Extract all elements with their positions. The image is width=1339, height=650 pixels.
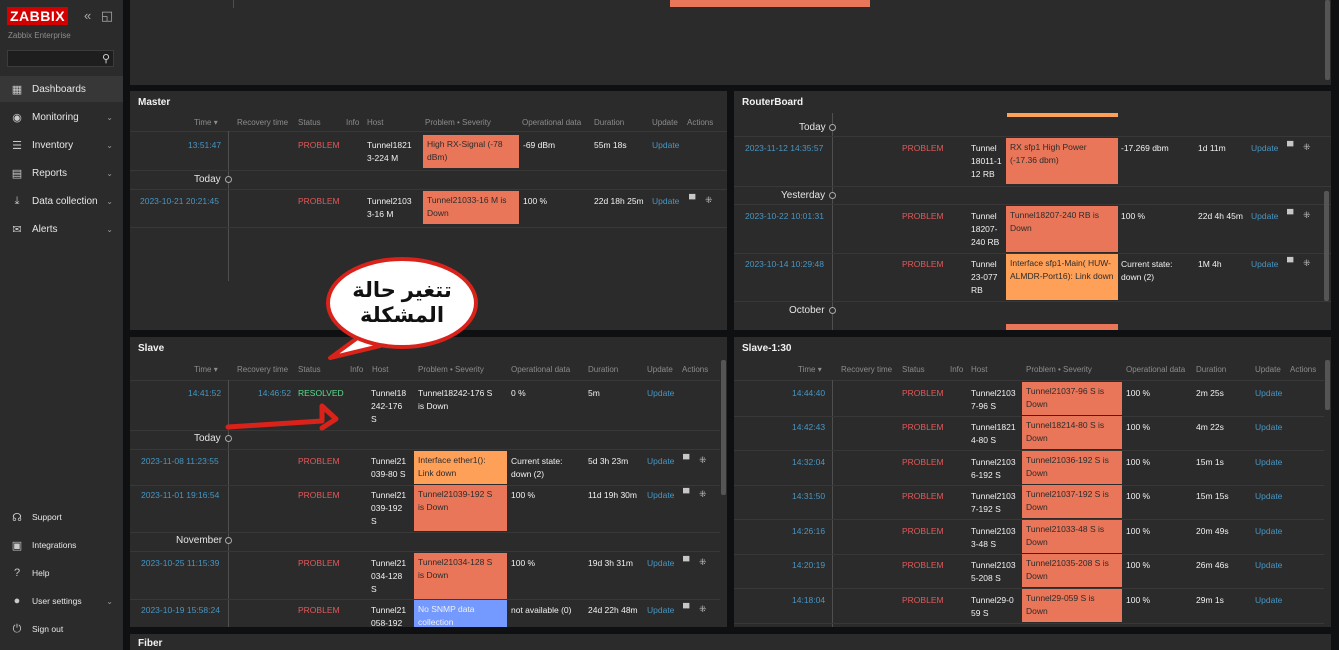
red-arrow [225,403,339,431]
annotation-line-1: تتغير حالة [352,279,452,302]
speech-bubble: تتغير حالة المشكلة [326,257,478,349]
annotation-line-2: المشكلة [359,304,445,327]
annotation-overlay [225,334,382,431]
